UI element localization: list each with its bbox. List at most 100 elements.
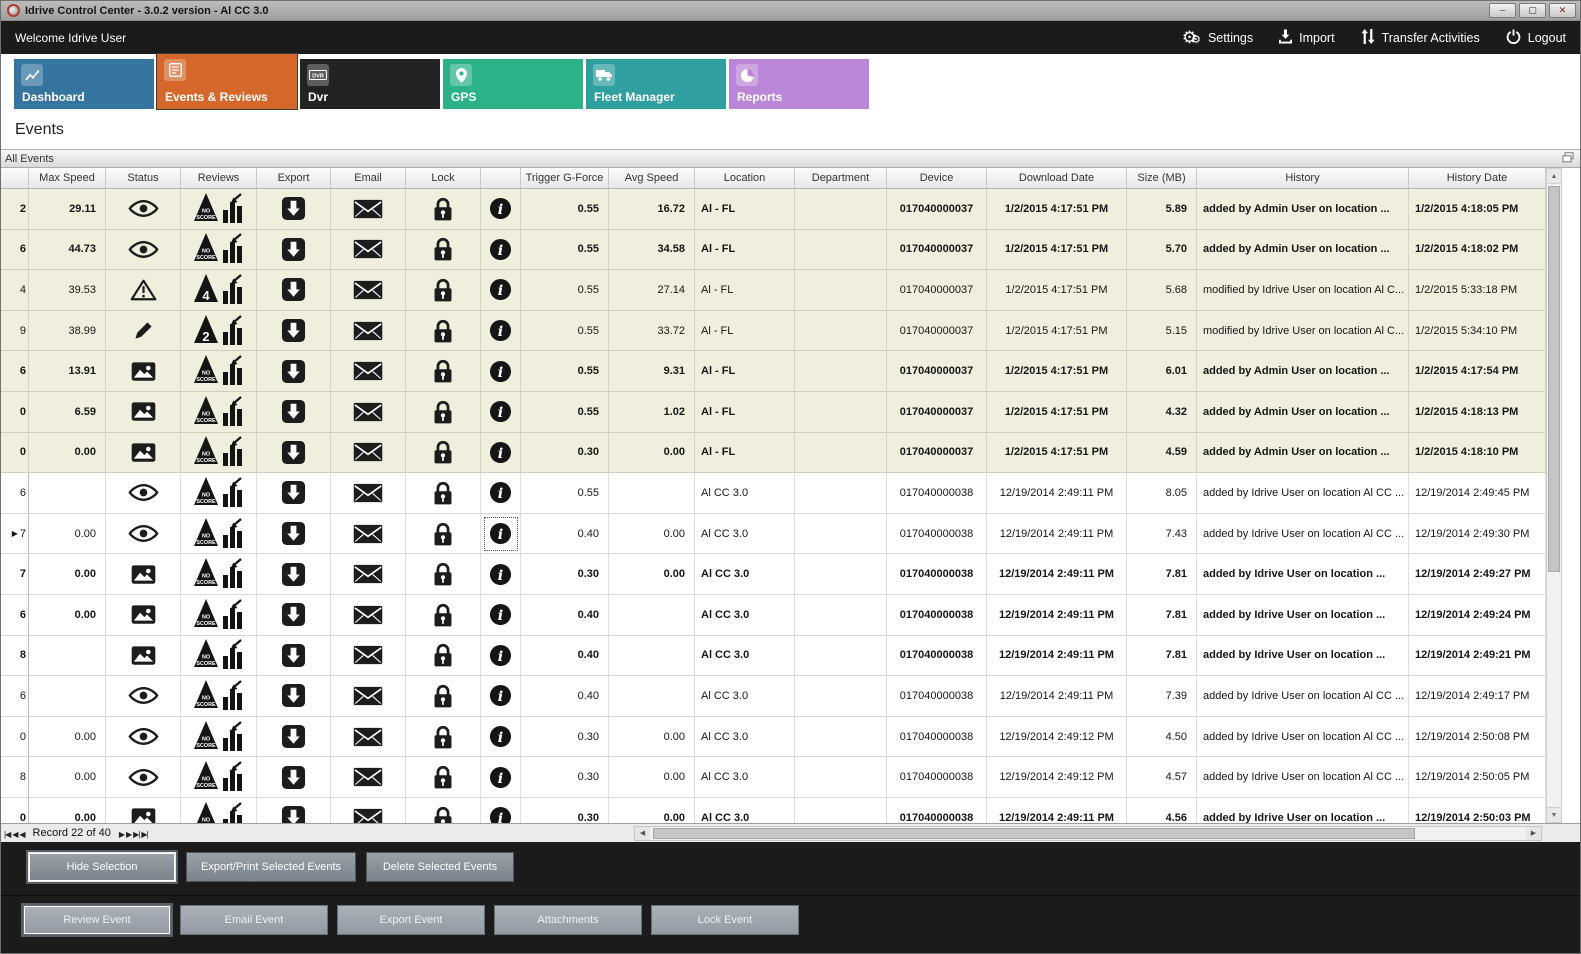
- row-indicator[interactable]: ▶0: [1, 433, 29, 474]
- float-panel-icon[interactable]: [1562, 152, 1574, 166]
- email-button[interactable]: [331, 554, 406, 595]
- settings-button[interactable]: ⚙⚙ Settings: [1182, 29, 1253, 46]
- vertical-scrollbar[interactable]: [1546, 168, 1562, 823]
- info-button[interactable]: [481, 595, 521, 636]
- reviews-score-icon[interactable]: NOSCORE: [181, 230, 257, 271]
- lock-button[interactable]: [406, 676, 481, 717]
- export-button[interactable]: [257, 473, 331, 514]
- info-button[interactable]: [481, 189, 521, 230]
- table-row[interactable]: ▶6 NOSCORE 0.55 Al CC 3.0 017040000038 1…: [1, 473, 1546, 514]
- scroll-down-icon[interactable]: [1547, 807, 1561, 822]
- logout-button[interactable]: Logout: [1506, 29, 1566, 47]
- column-header-history[interactable]: History: [1197, 168, 1409, 188]
- lock-button[interactable]: [406, 595, 481, 636]
- prev-record-button[interactable]: ◀: [18, 830, 25, 839]
- row-indicator[interactable]: ▶0: [1, 717, 29, 758]
- reviews-score-icon[interactable]: NOSCORE: [181, 473, 257, 514]
- scroll-left-icon[interactable]: ◀: [635, 827, 650, 840]
- export-button[interactable]: [257, 351, 331, 392]
- export-event-button[interactable]: Export Event: [337, 905, 485, 935]
- column-header-size-mb-[interactable]: Size (MB): [1127, 168, 1197, 188]
- row-indicator[interactable]: ▶7: [1, 554, 29, 595]
- attachments-button[interactable]: Attachments: [494, 905, 642, 935]
- info-button[interactable]: [481, 270, 521, 311]
- row-indicator[interactable]: ▶0: [1, 798, 29, 823]
- row-indicator[interactable]: ▶6: [1, 230, 29, 271]
- reviews-score-icon[interactable]: NOSCORE: [181, 189, 257, 230]
- export-button[interactable]: [257, 433, 331, 474]
- tab-reports[interactable]: Reports: [729, 59, 869, 109]
- info-button[interactable]: [481, 392, 521, 433]
- end-record-button[interactable]: ▶|: [140, 830, 148, 839]
- info-button[interactable]: [481, 351, 521, 392]
- info-button[interactable]: [481, 230, 521, 271]
- email-button[interactable]: [331, 595, 406, 636]
- lock-event-button[interactable]: Lock Event: [651, 905, 799, 935]
- table-row[interactable]: ▶9 38.99 2 0.55 33.72 Al - FL 0170400000…: [1, 311, 1546, 352]
- reviews-score-icon[interactable]: 2: [181, 311, 257, 352]
- lock-button[interactable]: [406, 554, 481, 595]
- row-indicator[interactable]: ▶4: [1, 270, 29, 311]
- horizontal-scrollbar[interactable]: ◀ ▶: [634, 826, 1542, 841]
- delete-selected-button[interactable]: Delete Selected Events: [366, 852, 514, 882]
- export-print-selected-button[interactable]: Export/Print Selected Events: [186, 852, 356, 882]
- table-row[interactable]: ▶0 6.59 NOSCORE 0.55 1.02 Al - FL 017040…: [1, 392, 1546, 433]
- minimize-button[interactable]: [1489, 3, 1516, 18]
- transfer-activities-button[interactable]: Transfer Activities: [1361, 29, 1480, 47]
- table-row[interactable]: ▶7 0.00 NOSCORE 0.30 0.00 Al CC 3.0 0170…: [1, 554, 1546, 595]
- lock-button[interactable]: [406, 717, 481, 758]
- lock-button[interactable]: [406, 473, 481, 514]
- row-indicator[interactable]: ▶6: [1, 676, 29, 717]
- email-button[interactable]: [331, 473, 406, 514]
- export-button[interactable]: [257, 798, 331, 823]
- info-button[interactable]: [481, 798, 521, 823]
- table-row[interactable]: ▶0 0.00 NOSCORE 0.30 0.00 Al - FL 017040…: [1, 433, 1546, 474]
- lock-button[interactable]: [406, 757, 481, 798]
- table-row[interactable]: ▶6 NOSCORE 0.40 Al CC 3.0 017040000038 1…: [1, 676, 1546, 717]
- column-header-download-date[interactable]: Download Date: [987, 168, 1127, 188]
- export-button[interactable]: [257, 757, 331, 798]
- export-button[interactable]: [257, 514, 331, 555]
- row-indicator[interactable]: ▶8: [1, 757, 29, 798]
- email-button[interactable]: [331, 514, 406, 555]
- table-row[interactable]: ▶0 0.00 NOSCORE 0.30 0.00 Al CC 3.0 0170…: [1, 798, 1546, 823]
- maximize-button[interactable]: [1519, 3, 1546, 18]
- row-indicator[interactable]: ▶6: [1, 473, 29, 514]
- table-row[interactable]: ▶6 13.91 NOSCORE 0.55 9.31 Al - FL 01704…: [1, 351, 1546, 392]
- close-button[interactable]: [1549, 3, 1576, 18]
- info-button[interactable]: [481, 757, 521, 798]
- column-header-trigger-g-force[interactable]: Trigger G-Force: [521, 168, 609, 188]
- column-header-device[interactable]: Device: [887, 168, 987, 188]
- table-row[interactable]: ▶8 0.00 NOSCORE 0.30 0.00 Al CC 3.0 0170…: [1, 757, 1546, 798]
- titlebar[interactable]: Idrive Control Center - 3.0.2 version - …: [1, 1, 1580, 21]
- export-button[interactable]: [257, 392, 331, 433]
- row-indicator[interactable]: ▶2: [1, 189, 29, 230]
- lock-button[interactable]: [406, 433, 481, 474]
- horizontal-scrollbar-thumb[interactable]: [653, 828, 1415, 839]
- export-button[interactable]: [257, 595, 331, 636]
- column-header-blank[interactable]: [1, 168, 29, 188]
- tab-fleet-manager[interactable]: Fleet Manager: [586, 59, 726, 109]
- reviews-score-icon[interactable]: NOSCORE: [181, 798, 257, 823]
- reviews-score-icon[interactable]: NOSCORE: [181, 717, 257, 758]
- review-event-button[interactable]: Review Event: [23, 905, 171, 935]
- reviews-score-icon[interactable]: NOSCORE: [181, 392, 257, 433]
- export-button[interactable]: [257, 189, 331, 230]
- column-header-avg-speed[interactable]: Avg Speed: [609, 168, 695, 188]
- info-button[interactable]: [481, 514, 521, 555]
- email-button[interactable]: [331, 351, 406, 392]
- row-indicator[interactable]: ▶7: [1, 514, 29, 555]
- scroll-right-icon[interactable]: ▶: [1526, 827, 1541, 840]
- reviews-score-icon[interactable]: NOSCORE: [181, 514, 257, 555]
- tab-dvr[interactable]: DVR Dvr: [300, 59, 440, 109]
- next-record-button[interactable]: ▶: [118, 830, 125, 839]
- column-header-department[interactable]: Department: [795, 168, 887, 188]
- reviews-score-icon[interactable]: NOSCORE: [181, 351, 257, 392]
- export-button[interactable]: [257, 636, 331, 677]
- export-button[interactable]: [257, 554, 331, 595]
- info-button[interactable]: [481, 433, 521, 474]
- column-header-email[interactable]: Email: [331, 168, 406, 188]
- info-button[interactable]: [481, 311, 521, 352]
- reviews-score-icon[interactable]: 4: [181, 270, 257, 311]
- column-header-reviews[interactable]: Reviews: [181, 168, 257, 188]
